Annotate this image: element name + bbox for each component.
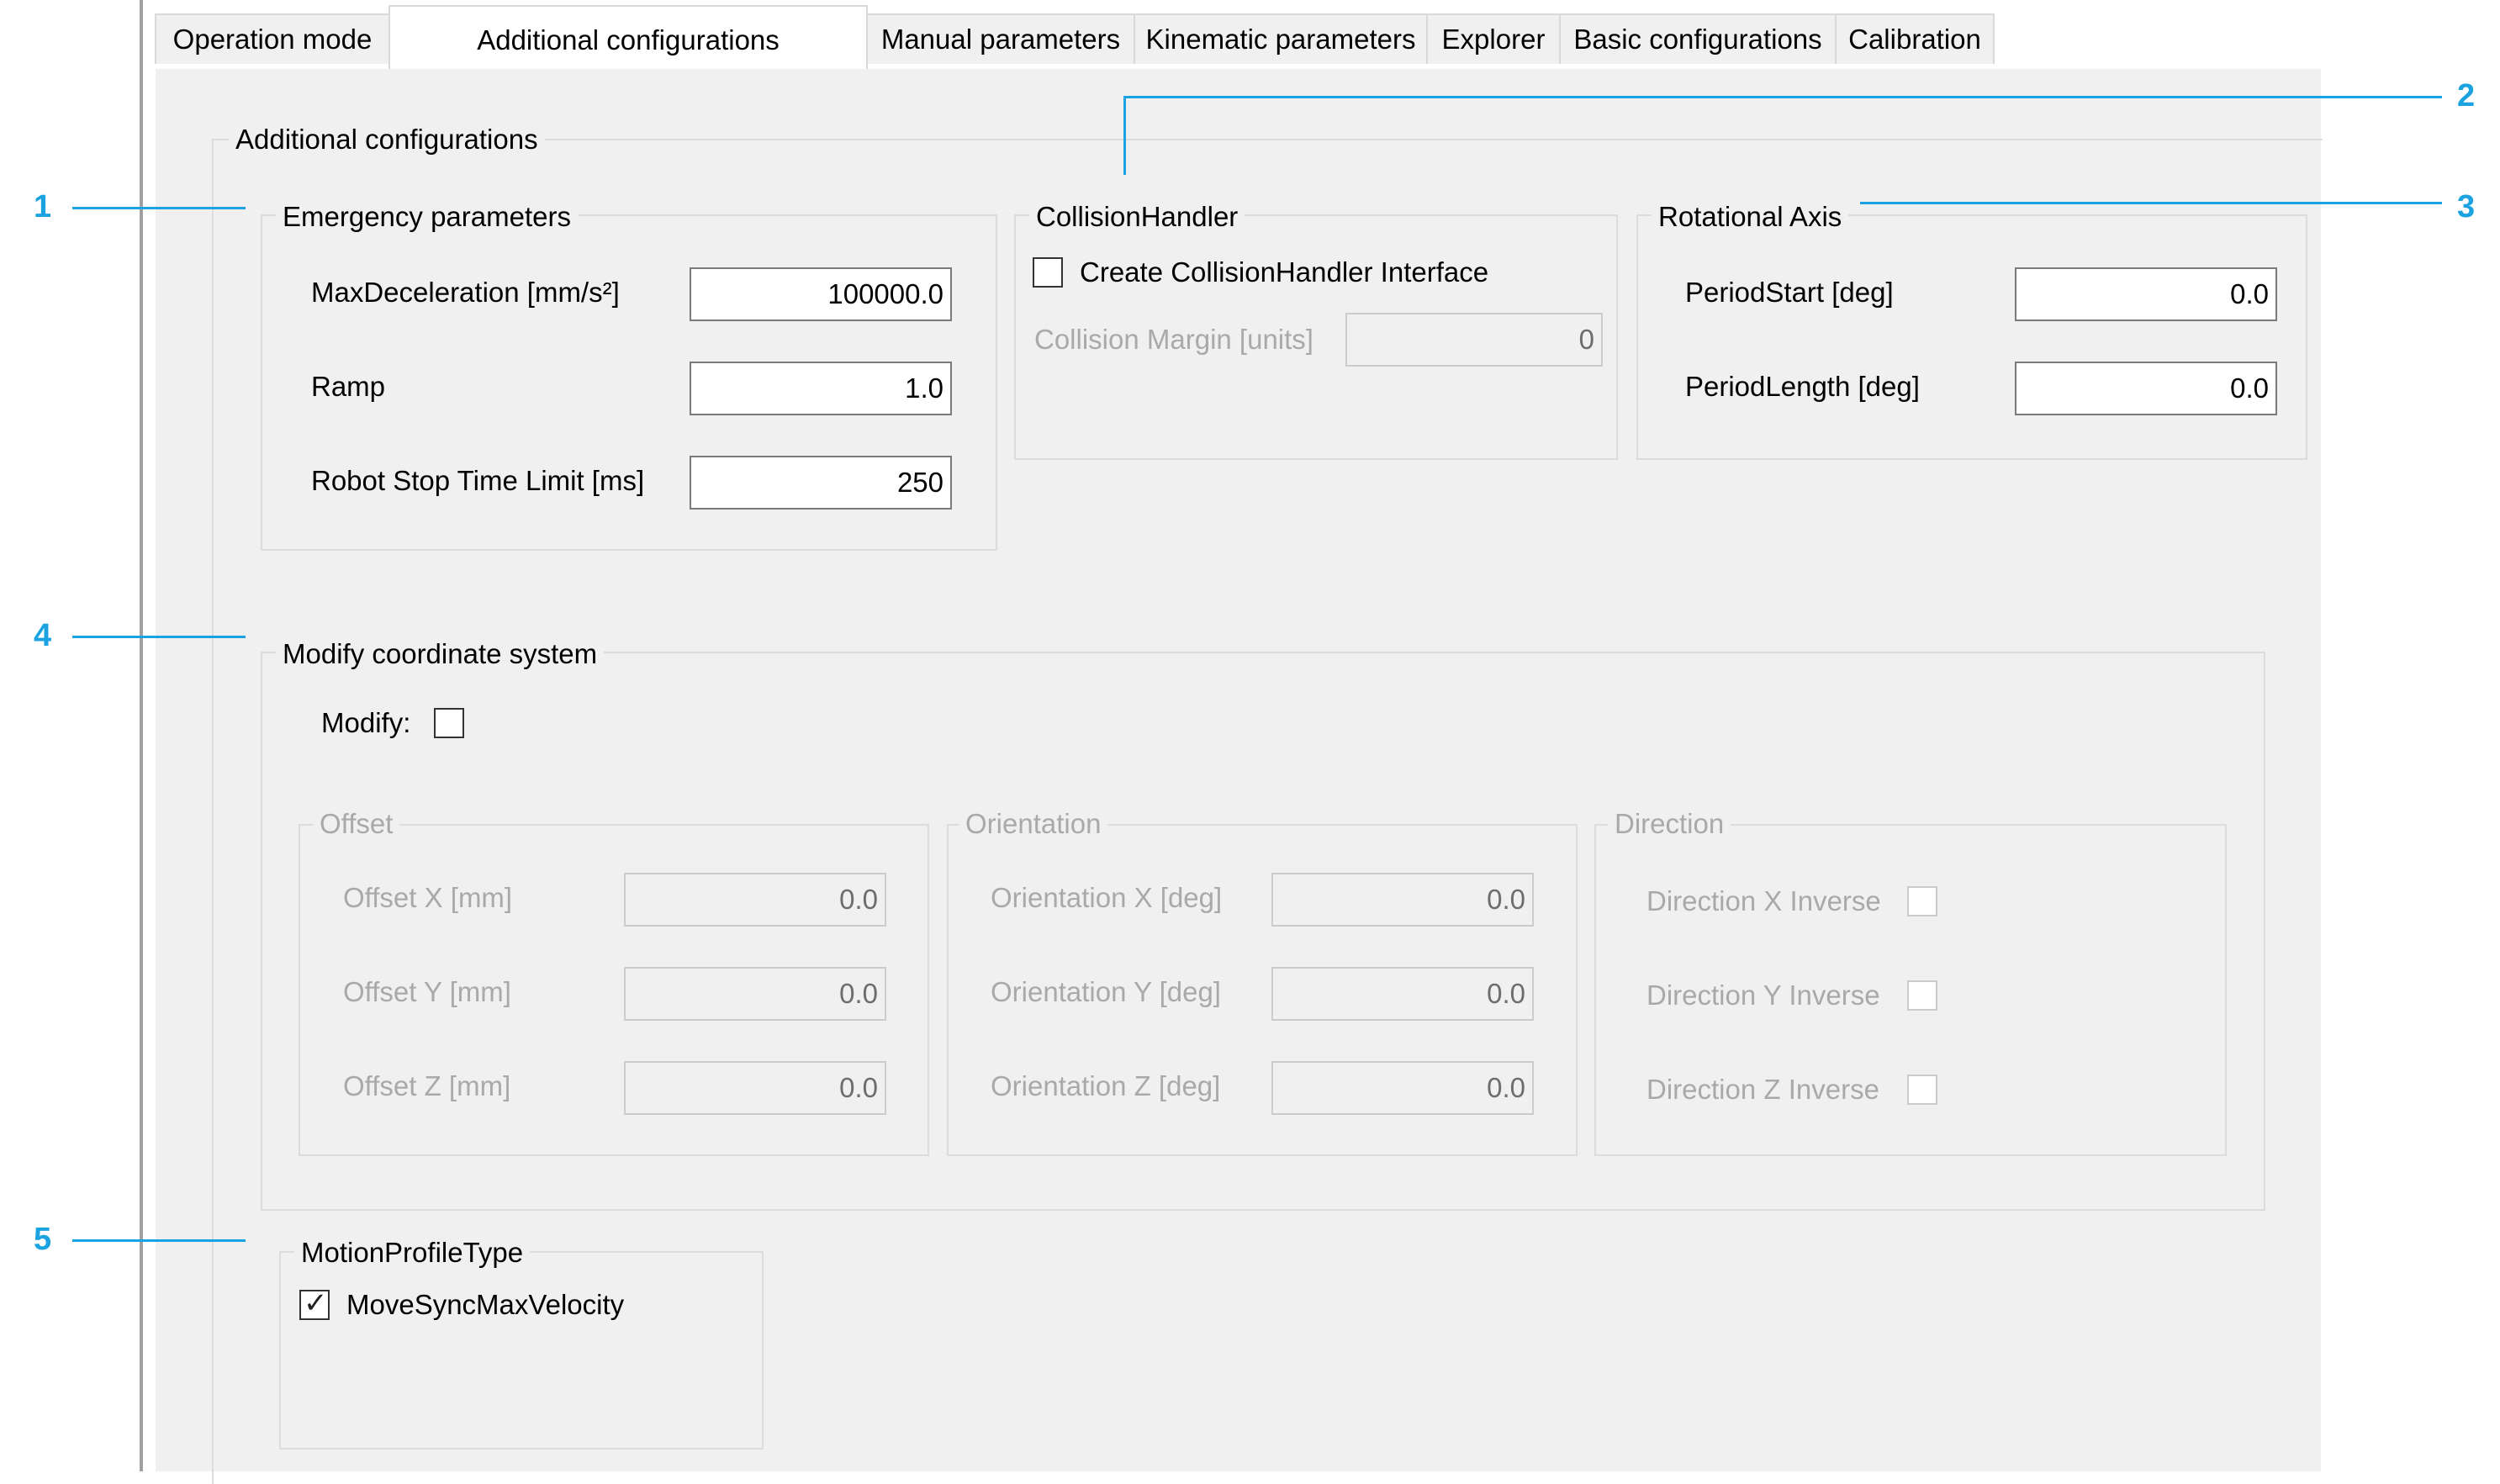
callout-4-line xyxy=(72,636,246,638)
max-deceleration-label: MaxDeceleration [mm/s²] xyxy=(311,277,620,308)
period-start-input[interactable] xyxy=(2015,267,2277,321)
orientation-x-label: Orientation X [deg] xyxy=(991,882,1223,913)
tab-manual-parameters[interactable]: Manual parameters xyxy=(866,13,1135,64)
offset-x-label: Offset X [mm] xyxy=(343,882,513,913)
motion-profile-type-group xyxy=(279,1251,764,1450)
orientation-z-label: Orientation Z [deg] xyxy=(991,1070,1221,1101)
callout-3-number: 3 xyxy=(2457,189,2476,224)
direction-z-inverse-checkbox[interactable] xyxy=(1907,1075,1937,1105)
period-length-input[interactable] xyxy=(2015,362,2277,415)
offset-y-input[interactable] xyxy=(624,967,886,1021)
rotational-axis-group xyxy=(1636,214,2307,460)
orientation-x-input[interactable] xyxy=(1271,873,1534,927)
tab-additional-configurations[interactable]: Additional configurations xyxy=(388,5,868,69)
callout-4-number: 4 xyxy=(34,618,52,653)
offset-x-input[interactable] xyxy=(624,873,886,927)
orientation-y-label: Orientation Y [deg] xyxy=(991,976,1221,1007)
period-length-label: PeriodLength [deg] xyxy=(1685,371,1920,402)
tab-calibration[interactable]: Calibration xyxy=(1835,13,1995,64)
callout-2-leader xyxy=(1123,96,1126,175)
callout-3-line xyxy=(1860,202,2442,204)
create-collision-handler-checkbox[interactable] xyxy=(1033,257,1063,288)
callout-1-line xyxy=(72,207,246,209)
direction-y-inverse-label: Direction Y Inverse xyxy=(1646,980,1880,1011)
tab-operation-mode[interactable]: Operation mode xyxy=(155,13,390,64)
orientation-y-input[interactable] xyxy=(1271,967,1534,1021)
direction-title: Direction xyxy=(1608,807,1731,841)
ramp-input[interactable] xyxy=(690,362,952,415)
checkmark-icon: ✓ xyxy=(304,1287,328,1319)
tab-kinematic-parameters[interactable]: Kinematic parameters xyxy=(1134,13,1428,64)
robot-stop-time-limit-input[interactable] xyxy=(690,456,952,510)
direction-z-inverse-label: Direction Z Inverse xyxy=(1646,1074,1879,1105)
modify-checkbox[interactable] xyxy=(434,708,464,738)
motion-profile-type-title: MotionProfileType xyxy=(294,1236,531,1270)
orientation-title: Orientation xyxy=(959,807,1108,841)
window-left-border xyxy=(140,0,143,1471)
modify-label: Modify: xyxy=(321,707,411,738)
offset-title: Offset xyxy=(313,807,400,841)
tab-strip: Operation mode Additional configurations… xyxy=(143,0,2321,69)
rotational-axis-title: Rotational Axis xyxy=(1652,200,1849,234)
modify-coordinate-system-title: Modify coordinate system xyxy=(276,637,605,671)
emergency-parameters-title: Emergency parameters xyxy=(276,200,578,234)
tab-basic-configurations[interactable]: Basic configurations xyxy=(1559,13,1837,64)
callout-5-line xyxy=(72,1239,246,1242)
callout-2-line xyxy=(1125,96,2442,98)
move-sync-max-velocity-label: MoveSyncMaxVelocity xyxy=(346,1289,625,1320)
callout-2-number: 2 xyxy=(2457,78,2476,114)
offset-y-label: Offset Y [mm] xyxy=(343,976,511,1007)
collision-margin-label: Collision Margin [units] xyxy=(1034,324,1313,355)
collision-margin-input[interactable] xyxy=(1345,313,1603,367)
move-sync-max-velocity-checkbox[interactable]: ✓ xyxy=(299,1287,330,1320)
additional-configurations-title: Additional configurations xyxy=(229,123,545,156)
orientation-z-input[interactable] xyxy=(1271,1061,1534,1115)
robot-stop-time-limit-label: Robot Stop Time Limit [ms] xyxy=(311,465,645,496)
period-start-label: PeriodStart [deg] xyxy=(1685,277,1894,308)
max-deceleration-input[interactable] xyxy=(690,267,952,321)
callout-1-number: 1 xyxy=(34,189,52,224)
ramp-label: Ramp xyxy=(311,371,386,402)
offset-z-label: Offset Z [mm] xyxy=(343,1070,511,1101)
direction-x-inverse-checkbox[interactable] xyxy=(1907,886,1937,916)
callout-5-number: 5 xyxy=(34,1222,52,1257)
tab-explorer[interactable]: Explorer xyxy=(1426,13,1561,64)
create-collision-handler-label: Create CollisionHandler Interface xyxy=(1080,256,1489,288)
collision-handler-title: CollisionHandler xyxy=(1029,200,1245,234)
direction-x-inverse-label: Direction X Inverse xyxy=(1646,885,1881,916)
direction-y-inverse-checkbox[interactable] xyxy=(1907,980,1937,1011)
offset-z-input[interactable] xyxy=(624,1061,886,1115)
